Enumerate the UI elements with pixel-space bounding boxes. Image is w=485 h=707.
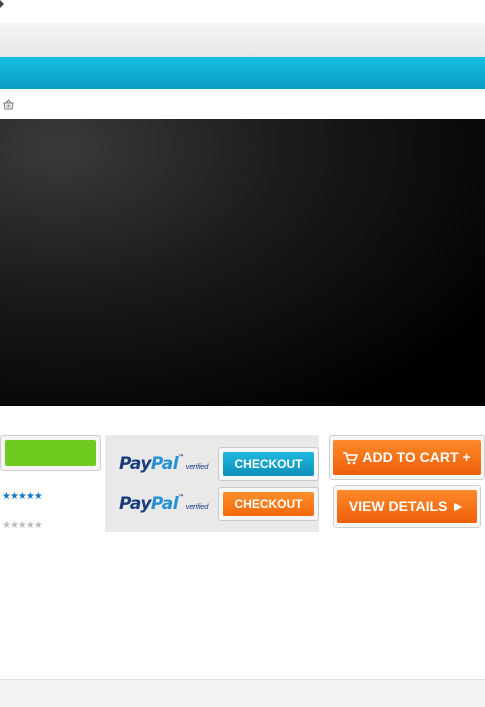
paypal-checkout-panel: PayPal™verified CHECKOUT PayPal™verified…: [105, 435, 319, 532]
basket-icon[interactable]: [3, 99, 14, 110]
video-player[interactable]: [0, 119, 485, 406]
blue-header-bar: [0, 57, 485, 89]
shopping-cart-icon: [343, 451, 359, 465]
footer-bar: [0, 679, 485, 707]
add-to-cart-frame: ADD TO CART +: [329, 435, 485, 480]
add-to-cart-label: ADD TO CART +: [362, 449, 471, 465]
green-button[interactable]: [5, 440, 96, 466]
checkout-button-blue[interactable]: CHECKOUT: [223, 452, 314, 476]
paypal-tm: ™: [178, 494, 184, 501]
checkout-button-frame-blue: CHECKOUT: [218, 447, 319, 481]
checkout-button-frame-orange: CHECKOUT: [218, 487, 319, 521]
paypal-tm: ™: [178, 454, 184, 461]
checkout-button-orange[interactable]: CHECKOUT: [223, 492, 314, 516]
paypal-verified-logo: PayPal™verified: [119, 454, 209, 474]
triangle-right-icon[interactable]: [0, 0, 4, 8]
paypal-logo-pay: Pay: [119, 454, 151, 474]
star-rating-filled: ★★★★★: [2, 491, 43, 502]
paypal-logo-pay: Pay: [119, 494, 151, 514]
paypal-logo-pal: Pal: [150, 454, 179, 474]
paypal-verified-logo: PayPal™verified: [119, 494, 209, 514]
paypal-verified-label: verified: [185, 503, 209, 511]
view-details-button[interactable]: VIEW DETAILS ►: [337, 490, 477, 523]
star-rating-empty: ★★★★★: [2, 520, 43, 531]
top-grey-bar: [0, 23, 485, 57]
paypal-verified-label: verified: [185, 463, 209, 471]
view-details-frame: VIEW DETAILS ►: [333, 485, 481, 528]
green-button-frame: [0, 435, 101, 471]
paypal-logo-pal: Pal: [150, 494, 179, 514]
add-to-cart-button[interactable]: ADD TO CART +: [333, 440, 481, 475]
